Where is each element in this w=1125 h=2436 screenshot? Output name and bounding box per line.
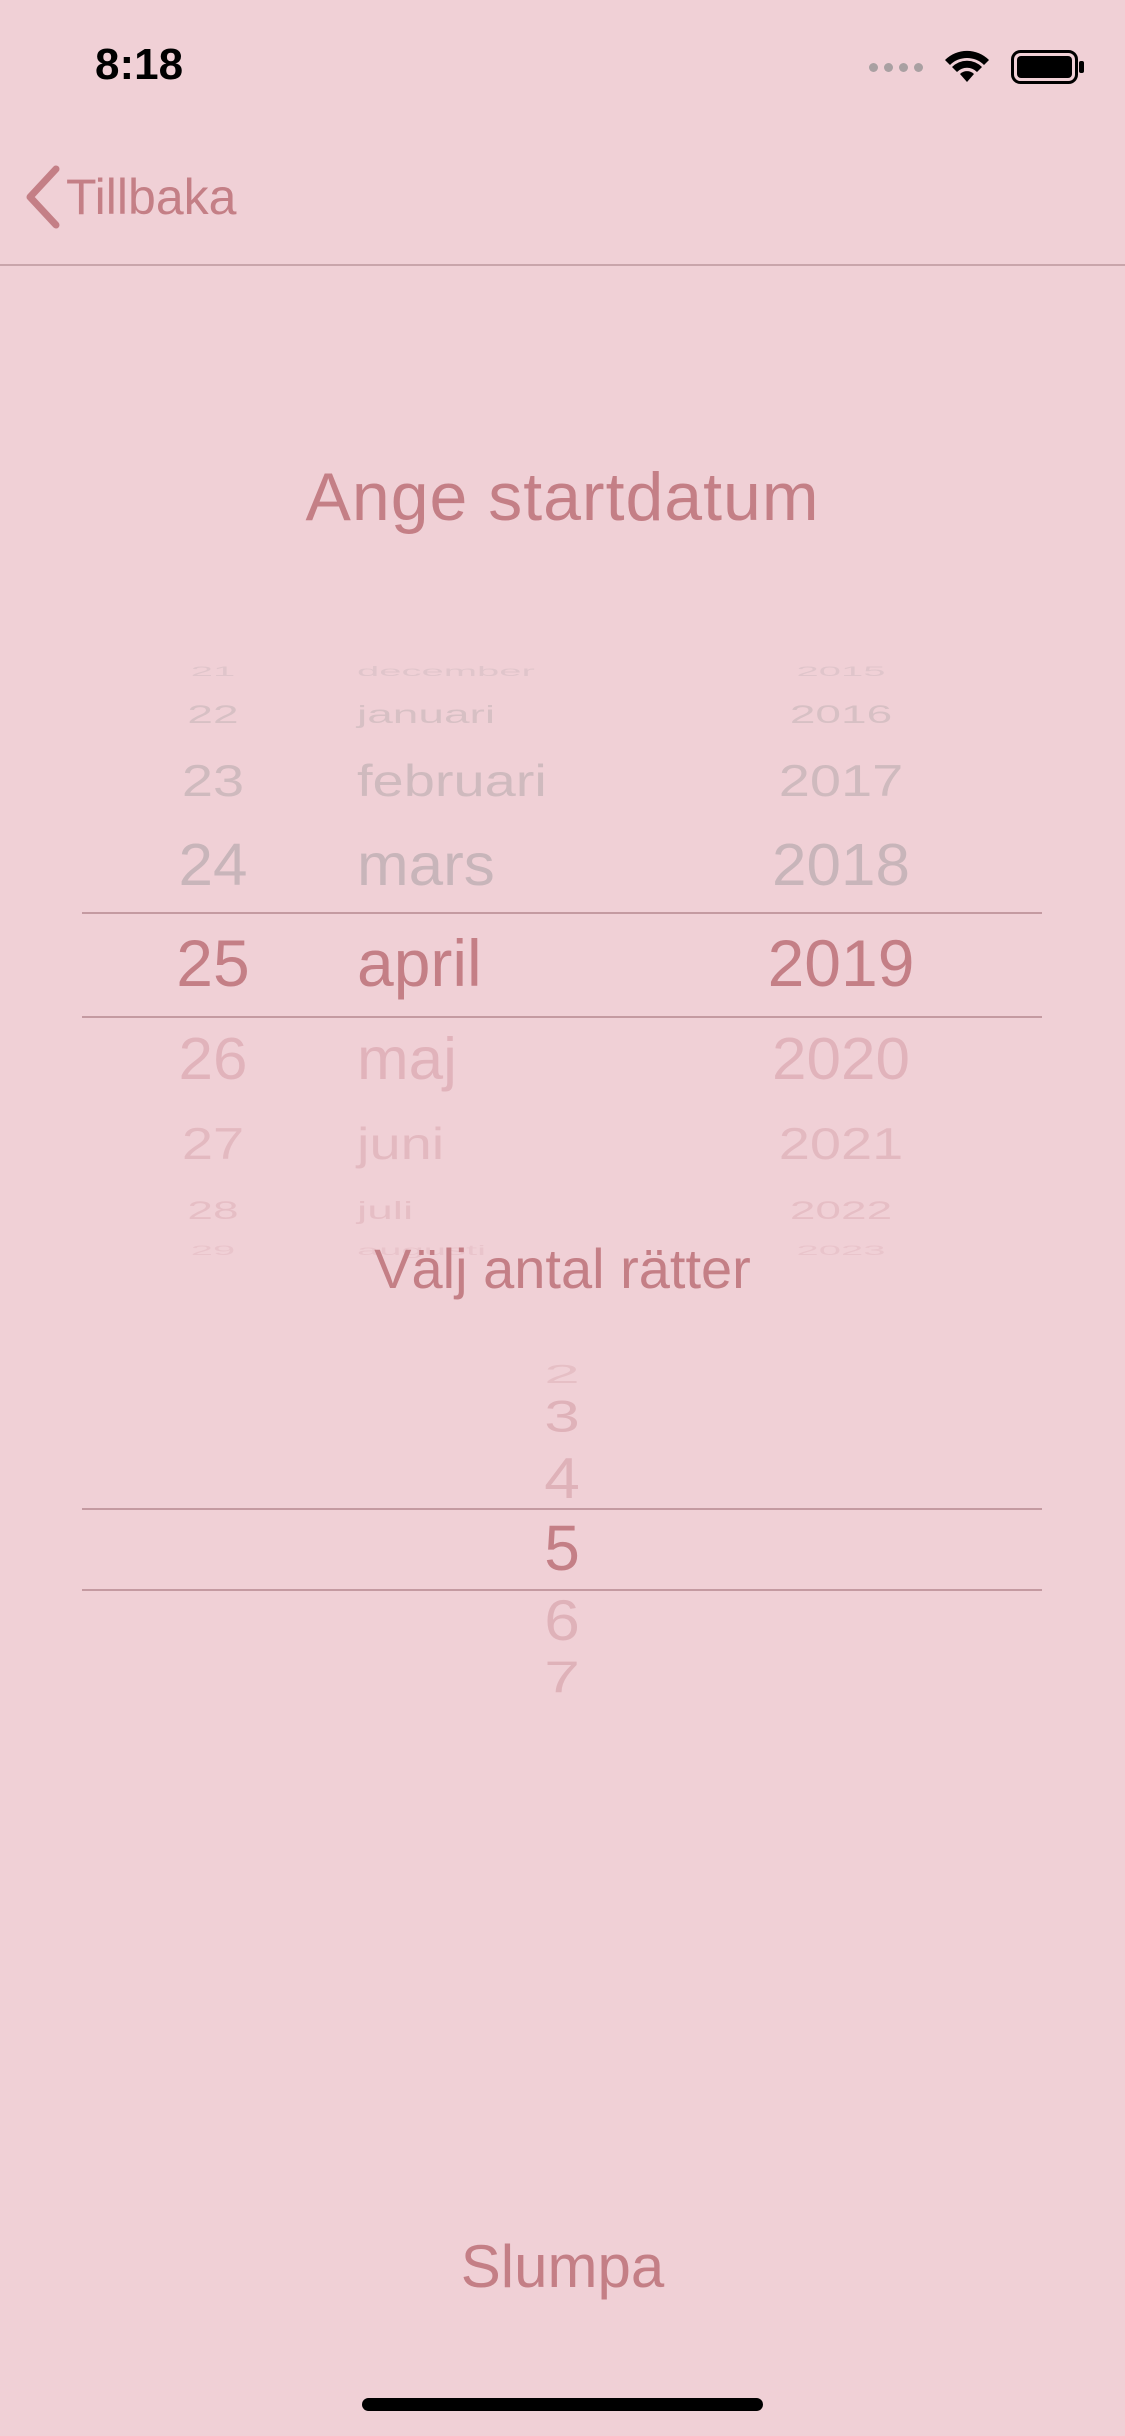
picker-month-option[interactable]: juni: [357, 1118, 717, 1170]
picker-year-option[interactable]: 2022: [711, 1196, 971, 1226]
picker-month-option[interactable]: december: [357, 664, 717, 680]
wifi-icon: [945, 50, 989, 82]
picker-day-option[interactable]: 24: [133, 832, 293, 899]
picker-year-option[interactable]: 2021: [711, 1118, 971, 1170]
picker-month-option[interactable]: juli: [357, 1196, 717, 1226]
picker-selection-line: [82, 1589, 1042, 1591]
picker-year-option[interactable]: 2019: [711, 925, 971, 1001]
picker-day-option[interactable]: 23: [133, 755, 293, 807]
signal-icon: [869, 62, 923, 72]
count-option[interactable]: 2: [512, 1359, 612, 1389]
count-option[interactable]: 3: [512, 1390, 612, 1442]
picker-day-option[interactable]: 22: [133, 700, 293, 730]
battery-icon: [1011, 50, 1084, 84]
status-icons: [869, 50, 1085, 84]
picker-month-option[interactable]: april: [357, 925, 717, 1001]
picker-day-option[interactable]: 25: [133, 925, 293, 1001]
chevron-left-icon: [26, 165, 60, 229]
picker-year-option[interactable]: 2016: [711, 700, 971, 730]
back-button[interactable]: Tillbaka: [22, 165, 236, 229]
picker-selection-line: [82, 1508, 1042, 1510]
picker-day-option[interactable]: 26: [133, 1026, 293, 1093]
picker-year-option[interactable]: 2015: [711, 664, 971, 680]
count-picker[interactable]: 234567: [82, 1360, 1042, 1710]
home-indicator[interactable]: [362, 2398, 763, 2411]
count-option[interactable]: 7: [512, 1651, 612, 1703]
picker-selection-line: [82, 1016, 1042, 1018]
randomize-button[interactable]: Slumpa: [0, 2232, 1125, 2301]
count-option[interactable]: 5: [512, 1511, 612, 1585]
status-time: 8:18: [95, 40, 184, 89]
nav-divider: [0, 264, 1125, 266]
picker-month-option[interactable]: mars: [357, 832, 717, 899]
section-title: Välj antal rätter: [374, 1237, 751, 1300]
picker-year-option[interactable]: 2020: [711, 1026, 971, 1093]
picker-year-option[interactable]: 2018: [711, 832, 971, 899]
picker-day-option[interactable]: 21: [133, 664, 293, 680]
picker-day-option[interactable]: 27: [133, 1118, 293, 1170]
count-option[interactable]: 4: [512, 1445, 612, 1512]
picker-day-option[interactable]: 28: [133, 1196, 293, 1226]
count-option[interactable]: 6: [512, 1587, 612, 1654]
picker-month-option[interactable]: januari: [357, 700, 717, 730]
picker-selection-line: [82, 912, 1042, 914]
picker-month-option[interactable]: maj: [357, 1026, 717, 1093]
picker-year-option[interactable]: 2017: [711, 755, 971, 807]
picker-month-option[interactable]: februari: [357, 755, 717, 807]
date-picker[interactable]: 21 22 23 24 25 26 27 28 29 december januari februar…: [82, 640, 1042, 1280]
back-label: Tillbaka: [66, 169, 237, 225]
page-title: Ange startdatum: [305, 459, 820, 535]
